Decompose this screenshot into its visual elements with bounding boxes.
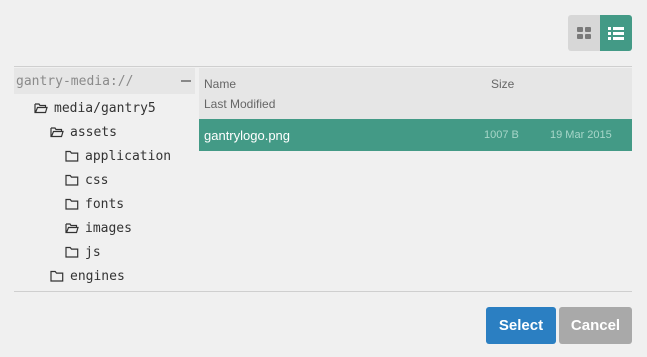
select-button[interactable]: Select <box>486 307 556 344</box>
column-header-size[interactable]: Size <box>491 77 514 91</box>
folder-open-icon <box>34 102 48 114</box>
folder-icon <box>65 174 79 186</box>
collapse-icon[interactable] <box>181 80 191 82</box>
folder-open-icon <box>65 222 79 234</box>
column-header-name[interactable]: Name <box>204 77 236 91</box>
tree-item-label: js <box>85 244 101 260</box>
cancel-button[interactable]: Cancel <box>559 307 632 344</box>
view-toggle <box>568 15 632 51</box>
folder-icon <box>65 198 79 210</box>
tree-item-label: assets <box>70 124 117 140</box>
file-modified: 19 Mar 2015 <box>550 129 612 141</box>
tree-item-media-gantry5[interactable]: media/gantry5 <box>34 96 156 120</box>
tree-item-application[interactable]: application <box>65 144 171 168</box>
folder-icon <box>65 150 79 162</box>
file-list-header: Name Size Last Modified <box>199 68 632 119</box>
column-header-last-modified[interactable]: Last Modified <box>204 97 275 111</box>
tree-item-label: application <box>85 148 172 164</box>
grid-icon <box>577 27 591 39</box>
folder-open-icon <box>50 126 64 138</box>
tree-item-label: fonts <box>85 196 125 212</box>
tree-item-label: css <box>85 172 109 188</box>
tree-root[interactable]: gantry-media:// <box>14 68 195 94</box>
tree-item-engines[interactable]: engines <box>50 264 125 288</box>
file-name: gantrylogo.png <box>204 128 291 143</box>
tree-item-fonts[interactable]: fonts <box>65 192 124 216</box>
bottom-divider <box>14 291 632 292</box>
file-list: Name Size Last Modified gantrylogo.png 1… <box>199 68 632 290</box>
folder-icon <box>50 270 64 282</box>
tree-item-label: engines <box>70 268 125 284</box>
tree-root-label: gantry-media:// <box>16 73 134 89</box>
grid-view-button[interactable] <box>568 15 600 51</box>
tree-item-images[interactable]: images <box>65 216 132 240</box>
tree-item-js[interactable]: js <box>65 240 101 264</box>
list-view-button[interactable] <box>600 15 632 51</box>
tree-item-label: images <box>85 220 132 236</box>
folder-tree: gantry-media:// media/gantry5 assets app… <box>14 68 195 290</box>
folder-icon <box>65 246 79 258</box>
top-divider <box>14 66 632 67</box>
file-row-selected[interactable]: gantrylogo.png 1007 B 19 Mar 2015 <box>199 119 632 151</box>
tree-item-assets[interactable]: assets <box>50 120 117 144</box>
file-size: 1007 B <box>484 129 519 141</box>
list-icon <box>608 26 624 40</box>
tree-item-css[interactable]: css <box>65 168 108 192</box>
tree-item-label: media/gantry5 <box>54 100 156 116</box>
